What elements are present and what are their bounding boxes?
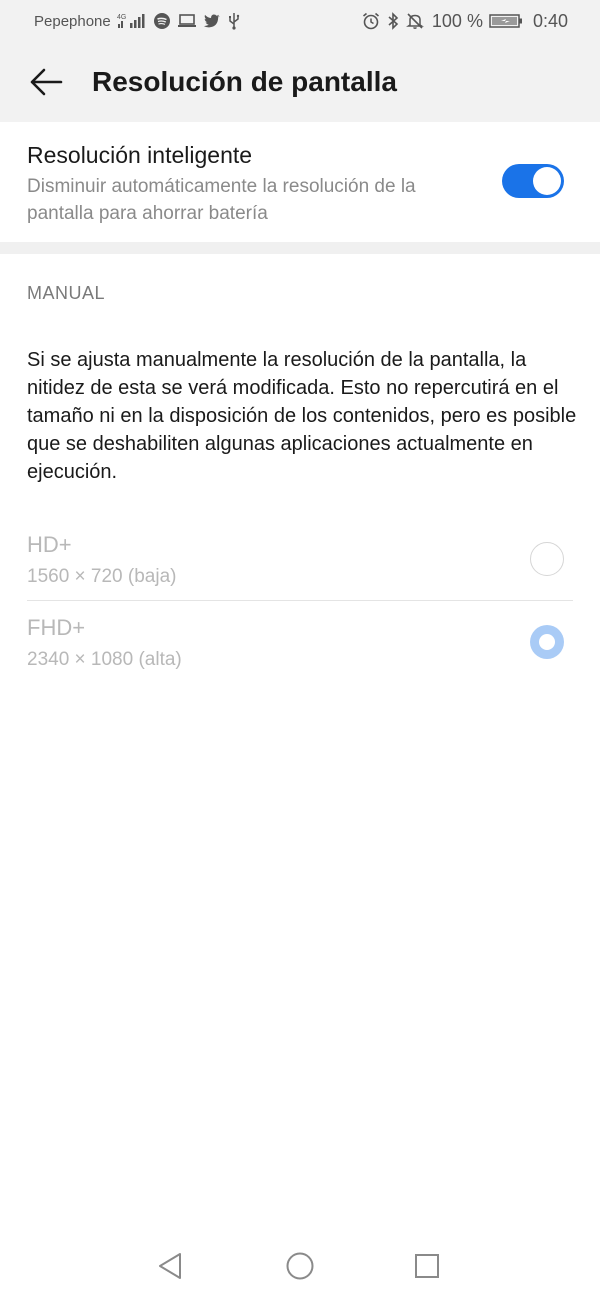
status-bar: Pepephone 4G 100 % 0:40 (0, 0, 600, 42)
radio-button-selected[interactable] (530, 625, 564, 659)
page-title: Resolución de pantalla (92, 66, 397, 97)
spotify-icon (153, 12, 171, 30)
resolution-option-hd[interactable]: HD+ 1560 × 720 (baja) (0, 518, 600, 600)
signal-icon: 4G (117, 12, 147, 30)
clock: 0:40 (532, 10, 568, 31)
manual-section-label: MANUAL (27, 283, 106, 303)
home-circle-icon (286, 1252, 314, 1280)
status-bar-right: 100 % 0:40 (362, 11, 568, 32)
usb-icon (227, 12, 241, 30)
manual-description: Si se ajusta manualmente la resolución d… (27, 349, 577, 483)
network-type-label: 4G (117, 14, 126, 21)
laptop-icon (177, 13, 197, 29)
mute-icon (405, 12, 424, 30)
recents-square-icon (415, 1254, 439, 1278)
battery-charging-icon (489, 12, 523, 30)
app-bar: Resolución de pantalla (0, 42, 600, 122)
toggle-knob (533, 167, 561, 195)
smart-resolution-toggle[interactable] (502, 164, 564, 198)
section-divider (0, 242, 600, 254)
status-bar-left: Pepephone 4G (34, 12, 241, 30)
smart-resolution-description: Disminuir automáticamente la resolución … (27, 176, 416, 224)
option-title: HD+ (27, 532, 72, 557)
alarm-icon (362, 12, 380, 30)
battery-percent: 100 % (431, 10, 483, 31)
radio-button[interactable] (530, 542, 564, 576)
option-title: FHD+ (27, 615, 86, 640)
carrier-label: Pepephone (34, 12, 111, 30)
radio-dot (539, 634, 555, 650)
option-subtitle: 1560 × 720 (baja) (27, 566, 177, 587)
smart-resolution-title: Resolución inteligente (27, 142, 253, 168)
navigation-bar (0, 1232, 600, 1300)
arrow-back-icon (30, 68, 63, 96)
nav-home-button[interactable] (280, 1246, 320, 1286)
option-subtitle: 2340 × 1080 (alta) (27, 649, 182, 670)
nav-back-button[interactable] (150, 1246, 190, 1286)
twitter-icon (203, 13, 221, 29)
smart-resolution-row[interactable]: Resolución inteligente Disminuir automát… (0, 122, 600, 242)
back-button[interactable] (16, 52, 76, 112)
resolution-option-fhd[interactable]: FHD+ 2340 × 1080 (alta) (0, 601, 600, 683)
bluetooth-icon (386, 12, 400, 30)
back-triangle-icon (159, 1253, 181, 1279)
nav-recents-button[interactable] (407, 1246, 447, 1286)
